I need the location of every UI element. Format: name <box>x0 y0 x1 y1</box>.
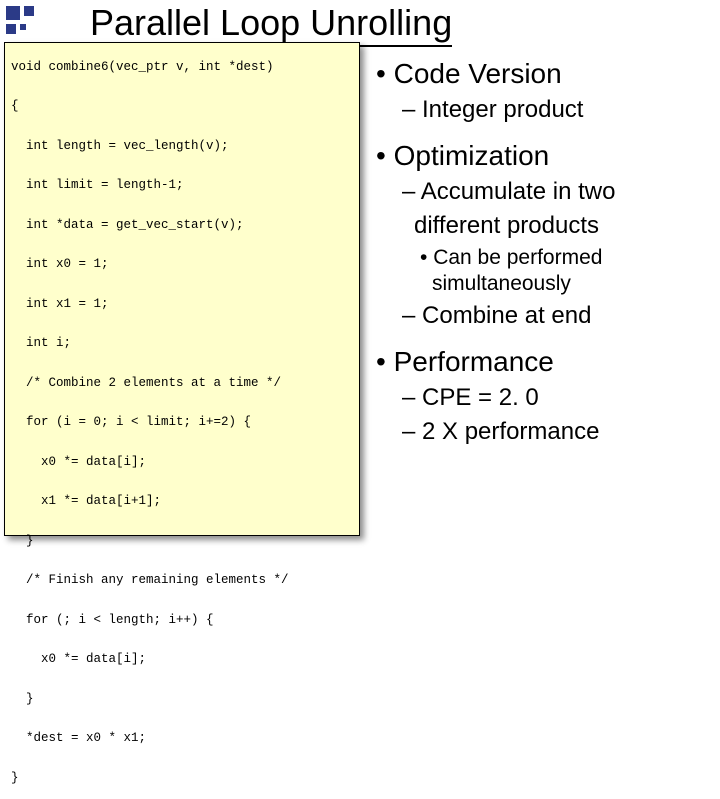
code-line: x1 *= data[i+1]; <box>11 495 353 509</box>
bullet-text: CPE = 2. 0 <box>422 384 539 411</box>
code-line: int length = vec_length(v); <box>11 140 353 154</box>
code-line: int x1 = 1; <box>11 298 353 312</box>
code-line: { <box>11 100 353 114</box>
bullet-text: different products <box>414 212 599 239</box>
bullet-level2-cont: different products <box>414 212 716 240</box>
bullet-text: Code Version <box>394 58 562 89</box>
bullet-level3-cont: simultaneously <box>432 272 716 296</box>
code-line: for (; i < length; i++) { <box>11 614 353 628</box>
code-line: int i; <box>11 337 353 351</box>
code-line: } <box>11 535 353 549</box>
bullet-level2: – Accumulate in two <box>402 178 716 206</box>
bullet-text: Integer product <box>422 96 583 123</box>
bullet-level2: – Integer product <box>402 96 716 124</box>
code-block: void combine6(vec_ptr v, int *dest) { in… <box>4 42 360 536</box>
bullet-level2: – Combine at end <box>402 302 716 330</box>
code-line: for (i = 0; i < limit; i+=2) { <box>11 416 353 430</box>
code-line: int limit = length-1; <box>11 179 353 193</box>
bullet-level2: – CPE = 2. 0 <box>402 384 716 412</box>
code-line: *dest = x0 * x1; <box>11 732 353 746</box>
code-line: int x0 = 1; <box>11 258 353 272</box>
bullet-level1: • Code Version <box>372 58 716 90</box>
code-line: x0 *= data[i]; <box>11 653 353 667</box>
bullet-text: Optimization <box>394 140 550 171</box>
code-line: x0 *= data[i]; <box>11 456 353 470</box>
bullet-text: 2 X performance <box>422 418 599 445</box>
bullet-list: • Code Version – Integer product • Optim… <box>372 58 716 452</box>
code-line: void combine6(vec_ptr v, int *dest) <box>11 61 353 75</box>
bullet-level1: • Optimization <box>372 140 716 172</box>
bullet-text: Accumulate in two <box>421 178 616 205</box>
slide-title: Parallel Loop Unrolling <box>90 2 452 47</box>
code-line: /* Combine 2 elements at a time */ <box>11 377 353 391</box>
bullet-text: Performance <box>394 346 554 377</box>
bullet-level3: • Can be performed <box>420 246 716 270</box>
slide-logo <box>6 6 42 42</box>
code-line: int *data = get_vec_start(v); <box>11 219 353 233</box>
bullet-level1: • Performance <box>372 346 716 378</box>
code-line: } <box>11 772 353 786</box>
code-line: } <box>11 693 353 707</box>
code-line: /* Finish any remaining elements */ <box>11 574 353 588</box>
bullet-text: Combine at end <box>422 302 591 329</box>
bullet-level2: – 2 X performance <box>402 418 716 446</box>
bullet-text: simultaneously <box>432 272 571 295</box>
bullet-text: Can be performed <box>433 246 602 269</box>
